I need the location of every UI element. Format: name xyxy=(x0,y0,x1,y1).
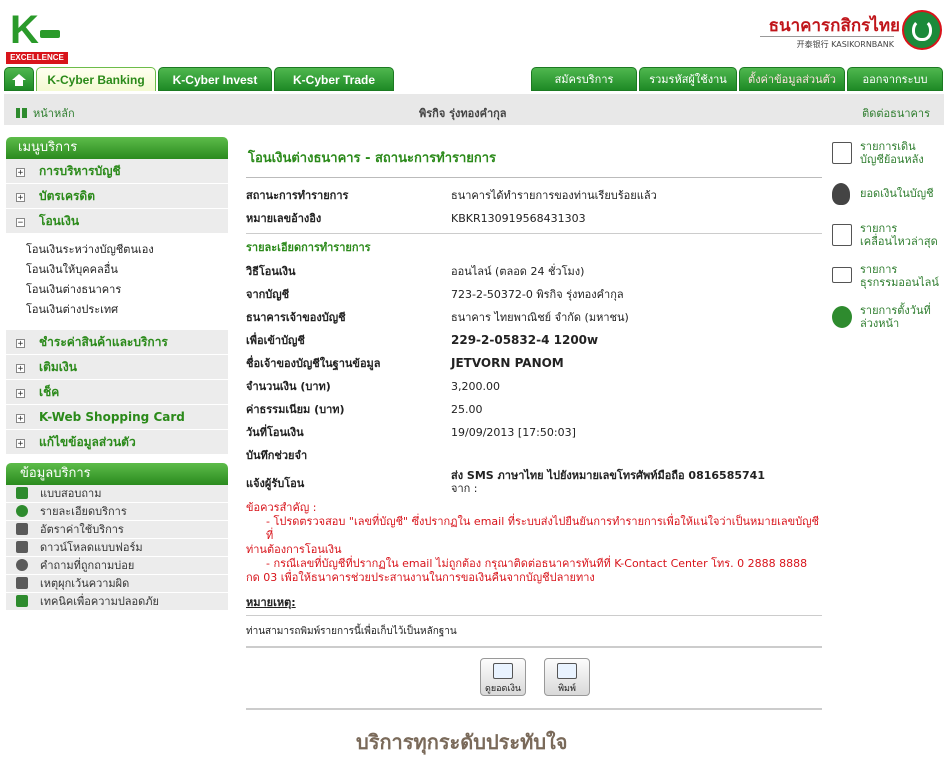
expand-icon: + xyxy=(16,168,25,178)
k-excellence-logo: K EXCELLENCE xyxy=(6,8,68,64)
star-icon xyxy=(16,505,28,517)
detail-row-amount: จำนวนเงิน (บาท) 3,200.00 xyxy=(246,380,500,393)
download-icon xyxy=(16,541,28,553)
home-link[interactable]: หน้าหลัก xyxy=(16,104,75,122)
quick-link-balance[interactable]: ยอดเงินในบัญชี xyxy=(830,181,945,221)
detail-section-title: รายละเอียดการทำรายการ xyxy=(246,241,371,254)
sidebar-item-topup[interactable]: + เติมเงิน xyxy=(6,355,228,380)
quick-link-online-transactions[interactable]: รายการ ธุรกรรมออนไลน์ xyxy=(830,263,945,303)
handshake-icon xyxy=(16,577,28,589)
sidebar-item-edit-profile[interactable]: + แก้ไขข้อมูลส่วนตัว xyxy=(6,430,228,455)
reference-row: หมายเลขอ้างอิง KBKR130919568431303 xyxy=(246,212,586,225)
slogan: บริการทุกระดับประทับใจ xyxy=(356,730,568,754)
tab-k-cyber-banking[interactable]: K-Cyber Banking xyxy=(36,67,156,93)
detail-row-date: วันที่โอนเงิน 19/09/2013 [17:50:03] xyxy=(246,426,576,439)
sidebar: เมนูบริการ + การบริหารบัญชี + บัตรเครดิต −… xyxy=(6,137,228,611)
document-check-icon xyxy=(832,224,852,246)
monitor-icon xyxy=(832,267,852,283)
expand-icon: + xyxy=(16,389,25,399)
tab-k-cyber-invest[interactable]: K-Cyber Invest xyxy=(158,67,272,91)
expand-icon: + xyxy=(16,364,25,374)
submenu-own-account[interactable]: โอนเงินระหว่างบัญชีตนเอง xyxy=(26,240,228,260)
tab-k-cyber-trade[interactable]: K-Cyber Trade xyxy=(274,67,394,91)
tab-logout[interactable]: ออกจากระบบ xyxy=(847,67,943,91)
quick-link-statement[interactable]: รายการเดิน บัญชีย้อนหลัง xyxy=(830,140,945,180)
detail-row-notify: แจ้งผู้รับโอน ส่ง SMS ภาษาไทย ไปยังหมายเ… xyxy=(246,469,765,495)
quick-link-recent-activity[interactable]: รายการ เคลื่อนไหวล่าสุด xyxy=(830,222,945,262)
sidebar-item-payment[interactable]: + ชำระค่าสินค้าและบริการ xyxy=(6,330,228,355)
submenu-overseas[interactable]: โอนเงินต่างประเทศ xyxy=(26,300,228,320)
note-title: หมายเหตุ: xyxy=(246,593,822,616)
document-check-icon xyxy=(832,142,852,164)
detail-row-to-account: เพื่อเข้าบัญชี 229-2-05832-4 1200w xyxy=(246,333,599,347)
quick-link-scheduled[interactable]: รายการตั้งวันที่ ล่วงหน้า xyxy=(830,304,945,344)
bank-subtitle: 开泰银行 KASIKORNBANK xyxy=(760,36,894,50)
home-tab[interactable] xyxy=(4,67,34,91)
transfer-submenu: โอนเงินระหว่างบัญชีตนเอง โอนเงินให้บุคคล… xyxy=(6,234,228,330)
sidebar-item-shopping-card[interactable]: + K-Web Shopping Card xyxy=(6,405,228,430)
quick-links: รายการเดิน บัญชีย้อนหลัง ยอดเงินในบัญชี ร… xyxy=(830,140,945,345)
calculator-icon xyxy=(16,523,28,535)
info-survey[interactable]: แบบสอบถาม xyxy=(6,485,228,503)
view-balance-button[interactable]: ดูยอดเงิน xyxy=(480,658,526,696)
money-bag-icon xyxy=(832,183,850,205)
faq-icon xyxy=(16,559,28,571)
print-button[interactable]: พิมพ์ xyxy=(544,658,590,696)
printer-icon xyxy=(557,663,577,679)
contact-bank-link[interactable]: ติดต่อธนาคาร xyxy=(862,104,930,122)
sidebar-item-credit-card[interactable]: + บัตรเครดิต xyxy=(6,184,228,209)
bank-name: ธนาคารกสิกรไทย xyxy=(768,16,900,36)
sidebar-item-account-management[interactable]: + การบริหารบัญชี xyxy=(6,159,228,184)
sidebar-item-cheque[interactable]: + เช็ค xyxy=(6,380,228,405)
info-fees[interactable]: อัตราค่าใช้บริการ xyxy=(6,521,228,539)
detail-row-method: วิธีโอนเงิน ออนไลน์ (ตลอด 24 ชั่วโมง) xyxy=(246,265,585,278)
detail-row-memo: บันทึกช่วยจำ xyxy=(246,449,308,462)
detail-row-account-name: ชื่อเจ้าของบัญชีในฐานข้อมูล JETVORN PANOM xyxy=(246,356,564,370)
expand-icon: + xyxy=(16,439,25,449)
sidebar-item-transfer[interactable]: − โอนเงิน xyxy=(6,209,228,234)
submenu-other-bank[interactable]: โอนเงินต่างธนาคาร xyxy=(26,280,228,300)
important-notice: ข้อควรสำคัญ : - โปรดตรวจสอบ "เลขที่บัญชี… xyxy=(246,501,820,584)
page-title: โอนเงินต่างธนาคาร - สถานะการทำรายการ xyxy=(246,136,822,178)
expand-icon: + xyxy=(16,414,25,424)
checkbox-icon xyxy=(16,487,28,499)
detail-row-from-account: จากบัญชี 723-2-50372-0 พิรกิจ รุ่งทองคำกุ… xyxy=(246,288,624,301)
status-row: สถานะการทำรายการ ธนาคารได้ทำรายการของท่าน… xyxy=(246,189,657,202)
main-nav: K-Cyber Banking K-Cyber Invest K-Cyber T… xyxy=(4,67,944,93)
collapse-icon: − xyxy=(16,218,25,228)
user-name: พิรกิจ รุ่งทองคำกุล xyxy=(419,107,507,120)
submenu-other-person[interactable]: โอนเงินให้บุคคลอื่น xyxy=(26,260,228,280)
clock-icon xyxy=(832,306,852,328)
tab-user-ids[interactable]: รวมรหัสผู้ใช้งาน xyxy=(639,67,737,91)
sub-bar: หน้าหลัก พิรกิจ รุ่งทองคำกุล ติดต่อธนาคา… xyxy=(4,91,944,125)
expand-icon: + xyxy=(16,193,25,203)
action-buttons: ดูยอดเงิน พิมพ์ xyxy=(246,648,822,710)
info-service-details[interactable]: รายละเอียดบริการ xyxy=(6,503,228,521)
tab-register[interactable]: สมัครบริการ xyxy=(531,67,637,91)
info-faq[interactable]: คำถามที่ถูกถามบ่อย xyxy=(6,557,228,575)
info-disclaimer[interactable]: เหตุผุกเว้นความผิด xyxy=(6,575,228,593)
home-icon xyxy=(12,74,26,86)
grid-icon xyxy=(16,108,27,118)
tab-personal-settings[interactable]: ตั้งค่าข้อมูลส่วนตัว xyxy=(739,67,845,91)
note-text: ท่านสามารถพิมพ์รายการนี้เพื่อเก็บไว้เป็น… xyxy=(246,616,822,648)
magnifier-icon xyxy=(493,663,513,679)
info-download-forms[interactable]: ดาวน์โหลดแบบฟอร์ม xyxy=(6,539,228,557)
detail-row-bank: ธนาคารเจ้าของบัญชี ธนาคาร ไทยพาณิชย์ จำกั… xyxy=(246,311,629,324)
detail-row-fee: ค่าธรรมเนียม (บาท) 25.00 xyxy=(246,403,483,416)
main-content: โอนเงินต่างธนาคาร - สถานะการทำรายการ สถา… xyxy=(246,136,822,710)
info-security-tips[interactable]: เทคนิคเพื่อความปลอดภัย xyxy=(6,593,228,611)
expand-icon: + xyxy=(16,339,25,349)
service-menu-title: เมนูบริการ xyxy=(6,137,228,159)
lock-icon xyxy=(16,595,28,607)
service-info-title: ข้อมูลบริการ xyxy=(6,463,228,485)
kasikornbank-emblem-icon xyxy=(902,10,942,50)
